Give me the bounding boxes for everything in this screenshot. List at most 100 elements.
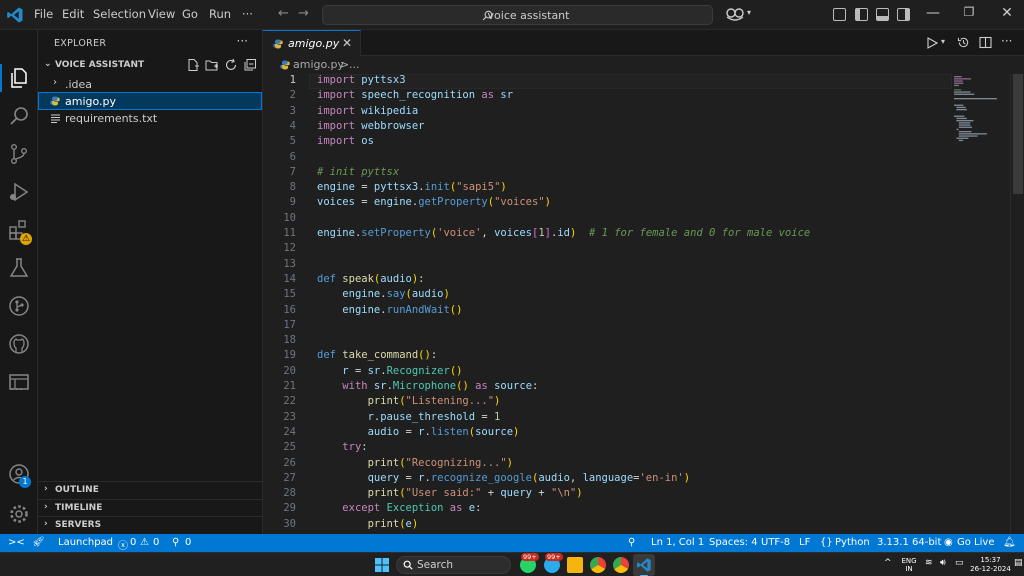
toggle-secondary-sidebar-icon[interactable] <box>897 8 910 21</box>
taskbar-search-box[interactable]: Search <box>396 556 511 574</box>
copilot-icon[interactable] <box>725 7 745 23</box>
run-python-file-icon[interactable] <box>926 37 938 49</box>
errors-icon[interactable]: ⓧ <box>118 537 128 552</box>
vertical-scrollbar[interactable] <box>1010 74 1024 534</box>
chrome-icon[interactable] <box>590 557 606 573</box>
vscode-taskbar-icon[interactable] <box>636 557 652 573</box>
file-explorer-icon[interactable] <box>567 557 583 573</box>
warnings-count[interactable]: 0 <box>153 537 159 548</box>
copilot-dropdown-icon[interactable]: ▾ <box>747 8 751 17</box>
menu-view[interactable]: View <box>148 7 175 21</box>
code-line[interactable]: 16 engine.runAndWait() <box>263 304 952 319</box>
language-mode[interactable]: Python <box>835 537 870 548</box>
collapse-all-icon[interactable] <box>243 58 257 72</box>
code-line[interactable]: 5 import os <box>263 135 952 150</box>
code-line[interactable]: 4 import webbrowser <box>263 120 952 135</box>
go-live-label[interactable]: Go Live <box>957 537 994 548</box>
encoding[interactable]: UTF-8 <box>761 537 790 548</box>
timeline-history-icon[interactable] <box>957 36 970 49</box>
timeline-section-header[interactable]: › TIMELINE <box>38 499 263 516</box>
tab-amigo-py[interactable]: amigo.py ✕ <box>263 30 361 56</box>
folder-section-header[interactable]: ⌄ VOICE ASSISTANT <box>38 57 263 74</box>
close-tab-icon[interactable]: ✕ <box>342 36 352 50</box>
code-line[interactable]: 6 <box>263 151 952 166</box>
scrollbar-thumb[interactable] <box>1013 74 1023 194</box>
language-indicator-bottom[interactable]: IN <box>899 565 919 573</box>
battery-icon[interactable]: ▭ <box>955 559 964 568</box>
split-editor-icon[interactable] <box>979 36 992 49</box>
restore-icon[interactable]: ❐ <box>954 5 984 19</box>
volume-icon[interactable]: 🔊︎ <box>940 559 946 568</box>
servers-section-header[interactable]: › SERVERS <box>38 516 263 533</box>
clock-time[interactable]: 15:37 <box>968 556 1013 564</box>
code-line[interactable]: 21 with sr.Microphone() as source: <box>263 380 952 395</box>
menu-edit[interactable]: Edit <box>62 7 84 21</box>
code-line[interactable]: 22 print("Listening...") <box>263 395 952 410</box>
ports-icon[interactable]: ⚲ <box>172 537 179 548</box>
tree-item-requirements-txt[interactable]: requirements.txt <box>38 109 262 127</box>
remote-indicator-icon[interactable]: >< <box>8 537 25 548</box>
code-line[interactable]: 13 <box>263 258 952 273</box>
code-line[interactable]: 18 <box>263 334 952 349</box>
language-braces-icon[interactable]: {} <box>820 537 833 548</box>
code-line[interactable]: 30 print(e) <box>263 518 952 533</box>
code-line[interactable]: 14 def speak(audio): <box>263 273 952 288</box>
errors-count[interactable]: 0 <box>130 537 136 548</box>
editor-more-actions-icon[interactable]: ··· <box>1001 34 1012 48</box>
notifications-bell-icon[interactable]: 🔔︎ <box>1003 537 1016 548</box>
code-line[interactable]: 2 import speech_recognition as sr <box>263 89 952 104</box>
manage-gear-icon[interactable] <box>7 502 31 526</box>
code-line[interactable]: 23 r.pause_threshold = 1 <box>263 411 952 426</box>
code-line[interactable]: 9 voices = engine.getProperty("voices") <box>263 196 952 211</box>
new-file-icon[interactable] <box>186 58 200 72</box>
code-line[interactable]: 29 except Exception as e: <box>263 502 952 517</box>
code-line[interactable]: 1 import pyttsx3 <box>263 74 952 89</box>
git-graph-icon[interactable] <box>7 294 31 318</box>
show-hidden-icons-chevron-icon[interactable]: ^ <box>884 559 892 568</box>
minimize-icon[interactable]: — <box>918 5 948 21</box>
launchpad-label[interactable]: Launchpad <box>58 537 113 548</box>
customize-layout-icon[interactable] <box>833 8 846 21</box>
menu-run[interactable]: Run <box>209 7 231 21</box>
code-line[interactable]: 26 print("Recognizing...") <box>263 457 952 472</box>
code-line[interactable]: 20 r = sr.Recognizer() <box>263 365 952 380</box>
code-line[interactable]: 15 engine.say(audio) <box>263 288 952 303</box>
explorer-icon[interactable] <box>7 66 31 90</box>
breadcrumb-symbols[interactable]: ... <box>349 58 360 71</box>
menu-go[interactable]: Go <box>182 7 198 21</box>
go-live-icon[interactable]: ◉ <box>944 537 953 548</box>
ports-count[interactable]: 0 <box>185 537 191 548</box>
explorer-more-icon[interactable]: ··· <box>237 34 248 48</box>
launchpad-rocket-icon[interactable]: 🚀︎ <box>32 537 45 548</box>
code-line[interactable]: 17 <box>263 319 952 334</box>
code-line[interactable]: 7 # init pyttsx <box>263 166 952 181</box>
cursor-position[interactable]: Ln 1, Col 1 <box>651 537 704 548</box>
code-line[interactable]: 25 try: <box>263 441 952 456</box>
breadcrumb-file[interactable]: amigo.py <box>293 58 344 71</box>
warnings-icon[interactable]: ⚠ <box>140 537 149 548</box>
indentation[interactable]: Spaces: 4 <box>709 537 758 548</box>
menu-more[interactable]: ··· <box>242 7 253 21</box>
python-interpreter[interactable]: 3.13.1 64-bit <box>877 537 941 548</box>
code-line[interactable]: 10 <box>263 212 952 227</box>
outline-section-header[interactable]: › OUTLINE <box>38 481 263 498</box>
end-of-line[interactable]: LF <box>799 537 810 548</box>
command-center-search[interactable]: voice assistant <box>322 5 713 25</box>
search-icon[interactable] <box>7 104 31 128</box>
close-window-icon[interactable]: ✕ <box>992 5 1022 21</box>
wifi-icon[interactable]: ≋ <box>925 559 933 568</box>
code-line[interactable]: 8 engine = pyttsx3.init("sapi5") <box>263 181 952 196</box>
menu-file[interactable]: File <box>34 7 53 21</box>
refresh-icon[interactable] <box>224 58 238 72</box>
code-editor[interactable]: 1 import pyttsx3 2 import speech_recognitio… <box>263 74 952 534</box>
new-folder-icon[interactable] <box>205 58 219 72</box>
chrome-profile-icon[interactable] <box>613 557 629 573</box>
code-line[interactable]: 24 audio = r.listen(source) <box>263 426 952 441</box>
more-icon[interactable]: ··· <box>10 382 23 398</box>
code-line[interactable]: 11 engine.setProperty('voice', voices[1].… <box>263 227 952 242</box>
back-arrow-icon[interactable]: ← <box>278 6 289 21</box>
tree-item-idea-folder[interactable]: › .idea <box>38 75 262 93</box>
code-line[interactable]: 12 <box>263 242 952 257</box>
notification-center-icon[interactable]: ▤ <box>1014 559 1023 568</box>
windows-start-icon[interactable] <box>375 558 389 572</box>
